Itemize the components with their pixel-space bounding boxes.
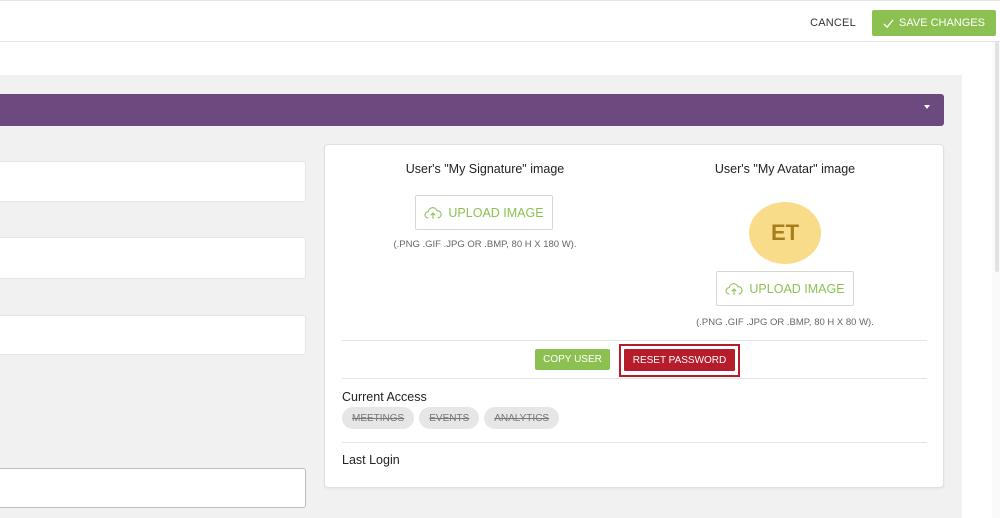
reset-password-button[interactable]: RESET PASSWORD <box>624 349 735 371</box>
form-field-3[interactable] <box>0 315 306 355</box>
access-chip-meetings: MEETINGS <box>342 407 415 429</box>
save-changes-label: SAVE CHANGES <box>899 17 985 29</box>
upload-avatar-label: UPLOAD IMAGE <box>749 281 845 296</box>
signature-format-hint: (.PNG .GIF .JPG OR .BMP, 80 H X 180 W). <box>393 239 577 250</box>
current-access-label: Current Access <box>342 390 427 404</box>
access-chip-list: MEETINGS EVENTS ANALYTICS <box>342 407 560 429</box>
check-icon <box>883 18 894 28</box>
form-field-4[interactable] <box>0 468 306 508</box>
user-profile-card: User's "My Signature" image UPLOAD IMAGE… <box>324 144 944 488</box>
form-field-1[interactable] <box>0 161 306 202</box>
divider <box>342 442 927 443</box>
chevron-down-icon[interactable] <box>924 105 930 109</box>
form-field-2[interactable] <box>0 237 306 279</box>
cancel-button[interactable]: CANCEL <box>805 12 861 34</box>
signature-title: User's "My Signature" image <box>405 162 565 176</box>
cloud-upload-icon <box>725 282 744 295</box>
avatar-title: User's "My Avatar" image <box>714 162 856 176</box>
page-scrollbar-thumb[interactable] <box>995 42 999 272</box>
access-chip-analytics: ANALYTICS <box>484 407 560 429</box>
upload-signature-label: UPLOAD IMAGE <box>448 205 544 220</box>
upload-signature-button[interactable]: UPLOAD IMAGE <box>415 195 553 230</box>
section-header-bar[interactable] <box>0 94 944 126</box>
save-changes-button[interactable]: SAVE CHANGES <box>872 10 996 36</box>
upload-avatar-button[interactable]: UPLOAD IMAGE <box>716 271 854 306</box>
avatar: ET <box>749 202 821 264</box>
divider <box>342 340 927 341</box>
access-chip-events: EVENTS <box>419 407 480 429</box>
divider <box>342 378 927 379</box>
avatar-format-hint: (.PNG .GIF .JPG OR .BMP, 80 H X 80 W). <box>696 317 874 328</box>
last-login-label: Last Login <box>342 453 400 467</box>
top-toolbar: CANCEL SAVE CHANGES <box>0 0 1000 42</box>
toolbar-top-border <box>0 0 1000 4</box>
cloud-upload-icon <box>424 206 443 219</box>
copy-user-button[interactable]: COPY USER <box>535 349 610 370</box>
